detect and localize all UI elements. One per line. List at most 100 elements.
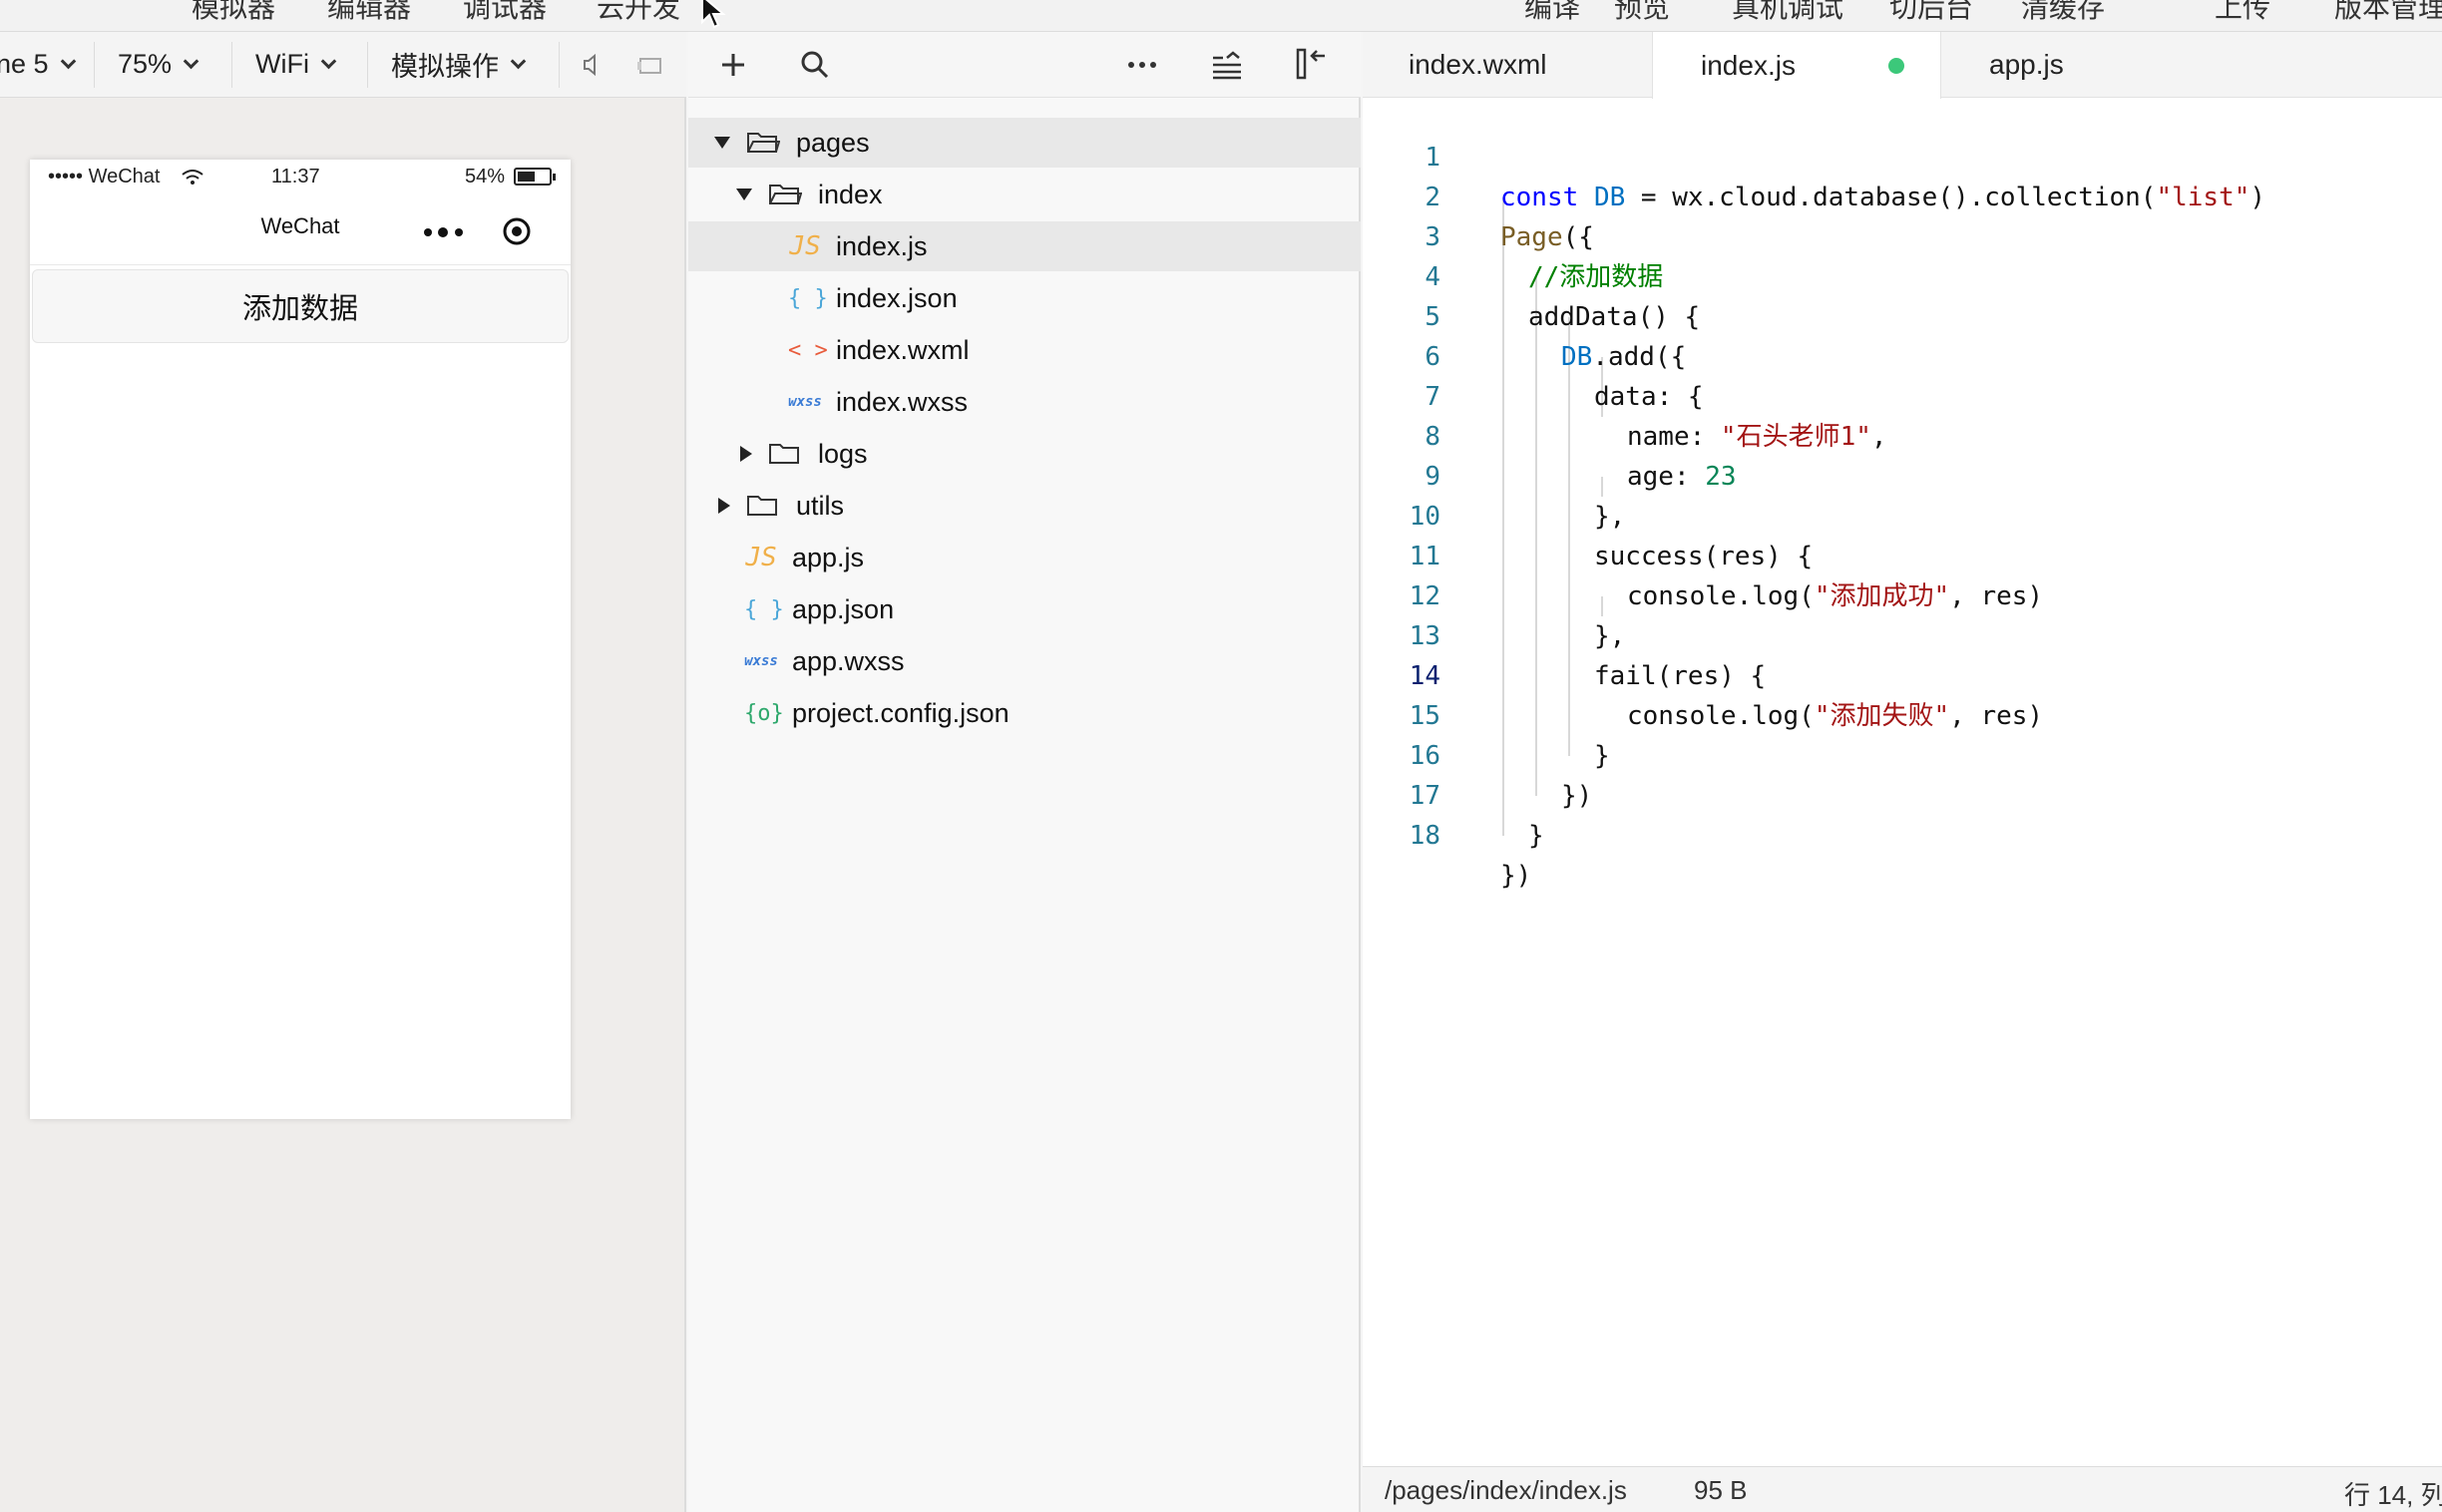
tree-file-app-wxss[interactable]: wxss app.wxss xyxy=(688,636,1361,686)
add-icon[interactable] xyxy=(718,50,748,80)
code-line: 7 name: "石头老师1", xyxy=(1363,337,2442,452)
close-miniprogram-icon[interactable] xyxy=(501,215,533,247)
tree-label: logs xyxy=(818,438,868,469)
mouse-cursor-icon xyxy=(701,0,726,29)
menu-background[interactable]: 切后台 xyxy=(1889,0,1973,26)
tree-label: utils xyxy=(796,490,845,521)
more-options-icon[interactable] xyxy=(1127,56,1157,74)
tree-label: index.js xyxy=(836,230,928,261)
folder-icon xyxy=(747,496,777,516)
code-line: 18 }) xyxy=(1363,776,2442,891)
menu-debugger[interactable]: 调试器 xyxy=(463,0,547,26)
tree-label: app.json xyxy=(792,593,895,624)
code-line: 12 }, xyxy=(1363,537,2442,651)
code-line: 2 Page({ xyxy=(1363,138,2442,252)
code-line: 11 console.log("添加成功", res) xyxy=(1363,497,2442,611)
tab-label: index.wxml xyxy=(1409,49,1547,80)
menu-editor[interactable]: 编辑器 xyxy=(327,0,411,26)
caret-right-icon xyxy=(740,446,752,462)
wifi-icon xyxy=(182,170,204,185)
tree-label: index.wxml xyxy=(836,334,970,365)
tree-file-index-js[interactable]: JS index.js xyxy=(688,221,1361,271)
menu-upload[interactable]: 上传 xyxy=(2215,0,2270,26)
tab-index-js[interactable]: index.js xyxy=(1652,32,1941,99)
menu-clear-cache[interactable]: 清缓存 xyxy=(2021,0,2105,26)
json-file-icon: { } xyxy=(744,596,784,622)
tree-file-app-json[interactable]: { } app.json xyxy=(688,584,1361,634)
top-menu-bar: 模拟器 编辑器 调试器 云开发 编译 预览 真机调试 切后台 清缓存 上传 版本… xyxy=(0,0,2442,32)
js-file-icon: JS xyxy=(745,543,777,572)
search-icon[interactable] xyxy=(800,50,830,80)
time-label: 11:37 xyxy=(271,166,320,188)
tree-file-project-config[interactable]: {o} project.config.json xyxy=(688,688,1361,738)
code-line: 13 fail(res) { xyxy=(1363,576,2442,691)
menu-version[interactable]: 版本管理 xyxy=(2334,0,2442,26)
code-editor: index.wxml index.js app.js 1 const DB = … xyxy=(1363,32,2442,1512)
phone-screen: ••••• WeChat 11:37 54% WeChat 添加数据 xyxy=(30,160,571,1119)
wxss-file-icon: wxss xyxy=(788,394,822,410)
code-line: 1 const DB = wx.cloud.database().collect… xyxy=(1363,98,2442,212)
code-text: } xyxy=(1528,821,1544,851)
menu-simulator[interactable]: 模拟器 xyxy=(192,0,275,26)
device-select[interactable]: ne 5 xyxy=(0,42,76,86)
code-line: 6 data: { xyxy=(1363,297,2442,412)
menu-compile[interactable]: 编译 xyxy=(1524,0,1580,26)
js-file-icon: JS xyxy=(789,231,821,261)
tab-label: app.js xyxy=(1989,49,2064,80)
code-line: 8 age: 23 xyxy=(1363,377,2442,492)
more-icon[interactable] xyxy=(423,226,467,238)
code-line: 17 } xyxy=(1363,736,2442,851)
menu-cloud-dev[interactable]: 云开发 xyxy=(597,0,680,26)
zoom-select[interactable]: 75% xyxy=(118,42,200,86)
operate-select-label: 模拟操作 xyxy=(391,51,499,82)
tree-folder-index[interactable]: index xyxy=(688,170,1361,219)
tab-app-js[interactable]: app.js xyxy=(1941,32,2231,98)
collapse-all-icon[interactable] xyxy=(1211,50,1243,80)
tree-file-index-wxml[interactable]: < > index.wxml xyxy=(688,325,1361,375)
cursor-position[interactable]: 行 14, 列 xyxy=(2344,1475,2442,1512)
phone-status-bar: ••••• WeChat 11:37 54% xyxy=(30,160,571,193)
code-line: 10 success(res) { xyxy=(1363,457,2442,571)
code-line: 5 DB.add({ xyxy=(1363,257,2442,372)
battery-icon xyxy=(514,168,556,186)
divider xyxy=(367,42,368,88)
zoom-select-label: 75% xyxy=(118,48,173,79)
network-select[interactable]: WiFi xyxy=(255,42,337,86)
nav-title: WeChat xyxy=(260,213,340,238)
tree-folder-utils[interactable]: utils xyxy=(688,481,1361,531)
code-line: 15 } xyxy=(1363,656,2442,771)
mute-icon[interactable] xyxy=(577,50,607,80)
editor-tab-bar: index.wxml index.js app.js xyxy=(1363,32,2442,99)
code-line: 9 }, xyxy=(1363,417,2442,532)
folder-icon xyxy=(769,444,799,464)
tree-file-index-json[interactable]: { } index.json xyxy=(688,273,1361,323)
operate-select[interactable]: 模拟操作 xyxy=(391,42,527,86)
unsaved-dot-icon xyxy=(1888,58,1904,74)
chevron-down-icon xyxy=(183,53,200,69)
tab-index-wxml[interactable]: index.wxml xyxy=(1363,32,1652,98)
menu-preview[interactable]: 预览 xyxy=(1614,0,1670,26)
add-data-button[interactable]: 添加数据 xyxy=(32,269,569,343)
toggle-sidebar-icon[interactable] xyxy=(1295,46,1329,82)
wxss-file-icon: wxss xyxy=(744,653,778,669)
config-file-icon: {o} xyxy=(744,700,784,726)
caret-right-icon xyxy=(718,498,730,514)
wxml-file-icon: < > xyxy=(788,337,828,363)
menu-device-debug[interactable]: 真机调试 xyxy=(1732,0,1843,26)
tree-label: app.js xyxy=(792,542,865,572)
code-area[interactable]: 1 const DB = wx.cloud.database().collect… xyxy=(1363,98,2442,1498)
code-line-current: 14 console.log("添加失败", res) xyxy=(1363,616,2442,731)
phone-navigation-bar: WeChat xyxy=(30,193,571,265)
simulator-panel: ne 5 75% WiFi 模拟操作 ••••• WeChat 11:37 54… xyxy=(0,32,686,1512)
tree-folder-pages[interactable]: pages xyxy=(688,118,1361,168)
battery-nub xyxy=(553,174,556,181)
divider xyxy=(559,42,560,88)
tree-folder-logs[interactable]: logs xyxy=(688,429,1361,479)
tree-file-index-wxss[interactable]: wxss index.wxss xyxy=(688,377,1361,427)
tree-label: pages xyxy=(796,127,870,158)
chevron-down-icon xyxy=(510,53,527,69)
device-select-label: ne 5 xyxy=(0,48,49,79)
tree-file-app-js[interactable]: JS app.js xyxy=(688,533,1361,582)
window-icon[interactable] xyxy=(634,50,664,80)
tree-label: index xyxy=(818,179,883,209)
